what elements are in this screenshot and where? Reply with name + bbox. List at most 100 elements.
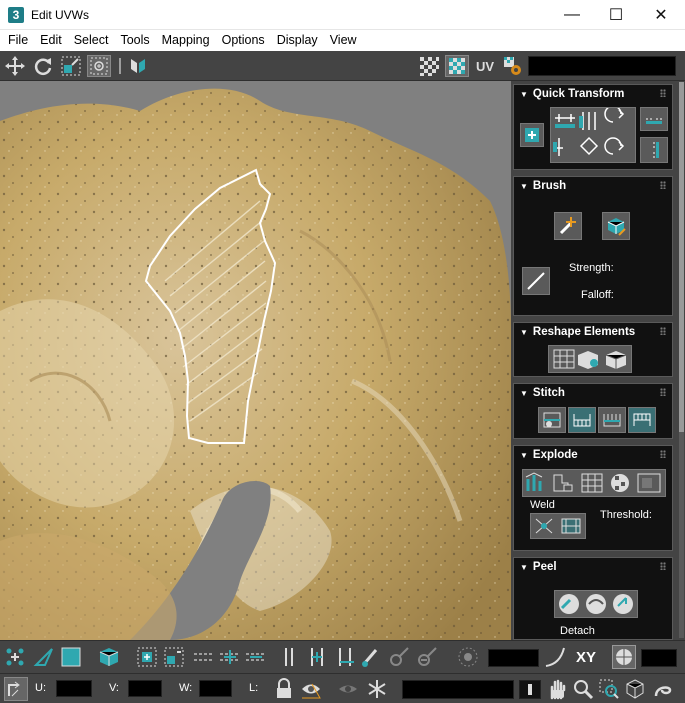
reshape-rollout: ▼ Reshape Elements <box>513 322 673 377</box>
toolbar-separator <box>116 55 124 77</box>
shrink-selection-icon[interactable] <box>163 646 185 668</box>
menu-file[interactable]: File <box>2 30 34 51</box>
menu-select[interactable]: Select <box>68 30 115 51</box>
limit-soft-selection-icon[interactable] <box>612 645 636 669</box>
status-bar: U: V: W: L: <box>0 673 685 703</box>
quick-transform-title[interactable]: ▼ Quick Transform <box>520 88 624 100</box>
relax-brush-icon[interactable] <box>602 212 630 240</box>
absolute-offset-icon[interactable] <box>4 677 28 701</box>
weld-label: Weld <box>530 499 555 511</box>
u-value-field[interactable] <box>56 680 92 697</box>
quick-transform-rollout: ▼ Quick Transform <box>513 84 673 170</box>
freeform-icon[interactable] <box>87 55 111 77</box>
paint-select-icon[interactable] <box>360 646 382 668</box>
pan-hand-icon[interactable] <box>546 678 568 700</box>
show-hidden-edges-icon[interactable] <box>300 678 322 700</box>
settings-gear-icon[interactable] <box>500 55 524 77</box>
peel-tools-group[interactable] <box>554 590 638 618</box>
xy-space-toggle[interactable]: XY <box>573 646 599 668</box>
lock-icon[interactable] <box>273 678 295 700</box>
align-center-icon[interactable] <box>520 123 544 147</box>
brush-rollout: ▼ Brush Strength: Falloff: <box>513 176 673 316</box>
explode-rollout: ▼ Explode Weld Threshold: <box>513 445 673 551</box>
uv-display-toggle[interactable]: UV <box>473 55 497 77</box>
grip-icon <box>660 450 666 458</box>
peel-title[interactable]: ▼ Peel <box>520 561 557 573</box>
menu-edit[interactable]: Edit <box>34 30 68 51</box>
menu-options[interactable]: Options <box>216 30 271 51</box>
stitch-title[interactable]: ▼ Stitch <box>520 387 565 399</box>
w-label: W: <box>179 682 193 694</box>
threshold-label: Threshold: <box>600 509 652 521</box>
toolbar-dropdown[interactable] <box>528 56 676 76</box>
top-toolbar: UV <box>0 51 685 81</box>
loop-ring-group[interactable] <box>192 646 268 668</box>
stitch-average-icon[interactable] <box>598 407 626 433</box>
maximize-button[interactable]: ☐ <box>593 0 639 30</box>
limit-value[interactable] <box>641 649 677 667</box>
falloff-curve-icon[interactable] <box>522 267 550 295</box>
explode-tools-group[interactable] <box>522 469 666 497</box>
explode-title[interactable]: ▼ Explode <box>520 449 578 461</box>
checker-teal-icon[interactable] <box>445 55 469 77</box>
soft-selection-value[interactable] <box>488 649 539 667</box>
freeze-snowflake-icon[interactable] <box>366 678 388 700</box>
scrollbar-thumb[interactable] <box>679 82 684 432</box>
menu-mapping[interactable]: Mapping <box>156 30 216 51</box>
checker-icon[interactable] <box>417 55 441 77</box>
reshape-tools-group[interactable] <box>548 345 632 373</box>
stitch-custom-icon[interactable] <box>538 407 566 433</box>
zoom-icon[interactable] <box>572 678 594 700</box>
align-tools-group[interactable] <box>550 107 636 163</box>
reshape-title[interactable]: ▼ Reshape Elements <box>520 326 635 338</box>
scale-icon[interactable] <box>59 55 83 77</box>
panel-scrollbar[interactable] <box>679 82 684 638</box>
uv-editor-viewport[interactable] <box>0 81 511 640</box>
snap-icon[interactable] <box>652 678 674 700</box>
mirror-icon[interactable] <box>126 55 150 77</box>
brush-title[interactable]: ▼ Brush <box>520 180 566 192</box>
grip-icon <box>660 327 666 335</box>
close-button[interactable]: ✕ <box>638 0 684 30</box>
peel-rollout: ▼ Peel Detach <box>513 557 673 640</box>
grow-selection-icon[interactable] <box>136 646 158 668</box>
edge-mode-icon[interactable] <box>33 646 55 668</box>
zoom-extents-icon[interactable] <box>624 678 646 700</box>
minimize-button[interactable]: — <box>549 0 595 30</box>
space-vertical-icon[interactable] <box>640 137 668 163</box>
soft-selection-icon[interactable] <box>457 646 479 668</box>
face-mode-icon[interactable] <box>60 646 82 668</box>
space-horizontal-icon[interactable] <box>640 107 668 131</box>
vertex-mode-icon[interactable] <box>4 646 26 668</box>
weld-tools-group[interactable] <box>530 513 586 539</box>
u-label: U: <box>35 682 46 694</box>
move-icon[interactable] <box>3 55 27 77</box>
v-value-field[interactable] <box>128 680 162 697</box>
strength-label: Strength: <box>569 262 614 274</box>
hide-eye-icon[interactable] <box>337 678 359 700</box>
element-mode-icon[interactable] <box>98 646 120 668</box>
bottom-toolbar: XY <box>0 640 685 673</box>
selection-set-dropdown[interactable] <box>402 680 514 699</box>
ring-select-icon[interactable] <box>278 646 300 668</box>
dropdown-arrow[interactable] <box>519 680 541 699</box>
falloff-label: Falloff: <box>581 289 614 301</box>
right-panel: ▼ Quick Transform ▼ Brush Strength: Fall… <box>511 81 685 640</box>
ring-shrink-icon[interactable] <box>334 646 356 668</box>
menu-view[interactable]: View <box>324 30 363 51</box>
rotate-icon[interactable] <box>31 55 55 77</box>
v-label: V: <box>109 682 119 694</box>
falloff-type-icon[interactable] <box>544 646 566 668</box>
stitch-target-icon[interactable] <box>628 407 656 433</box>
texture-background <box>0 81 511 640</box>
w-value-field[interactable] <box>199 680 232 697</box>
paint-move-icon[interactable] <box>554 212 582 240</box>
ring-grow-icon[interactable] <box>306 646 328 668</box>
menu-bar: File Edit Select Tools Mapping Options D… <box>0 30 685 51</box>
stitch-source-icon[interactable] <box>568 407 596 433</box>
menu-tools[interactable]: Tools <box>114 30 155 51</box>
paint-grow-icon[interactable] <box>388 646 410 668</box>
menu-display[interactable]: Display <box>271 30 324 51</box>
paint-shrink-icon[interactable] <box>416 646 438 668</box>
zoom-region-icon[interactable] <box>598 678 620 700</box>
